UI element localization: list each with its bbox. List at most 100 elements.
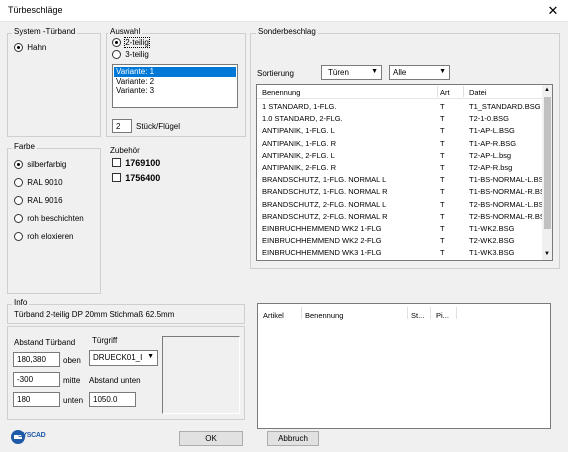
table-row-datei[interactable]: T1-WK2.BSG	[469, 224, 514, 233]
table-row-art[interactable]: T	[440, 200, 445, 209]
close-icon[interactable]: ✕	[544, 2, 562, 20]
table-row-datei[interactable]: T2-BS-NORMAL-R.BSG	[469, 212, 551, 221]
abstand-label: Abstand Türband	[14, 338, 76, 347]
table-row-benennung[interactable]: EINBRUCHHEMMEND WK2 1-FLG	[262, 224, 382, 233]
farbe-option-ral9010[interactable]: RAL 9010	[14, 178, 63, 189]
abstand-oben-input[interactable]: 180,380	[13, 352, 60, 367]
col-divider	[430, 307, 431, 319]
zubehoer-item-label: 1769100	[125, 158, 161, 168]
variant-item-selected[interactable]: Variante: 1	[114, 67, 236, 77]
table-row-datei[interactable]: T2-AP-R.bsg	[469, 163, 512, 172]
col-header-preis[interactable]: Pi...	[436, 311, 449, 320]
tuergriff-select[interactable]: DRUECK01_I ▼	[89, 350, 158, 366]
variant-item[interactable]: Variante: 3	[116, 86, 154, 95]
scroll-up-icon[interactable]: ▲	[544, 87, 550, 93]
table-row-benennung[interactable]: BRANDSCHUTZ, 2-FLG. NORMAL L	[262, 200, 386, 209]
artikel-table[interactable]: Artikel Benennung St... Pi...	[257, 303, 551, 429]
ok-button[interactable]: OK	[179, 431, 243, 446]
radio-icon	[14, 214, 23, 223]
radio-icon	[112, 38, 121, 47]
filter-select[interactable]: Alle ▼	[389, 65, 450, 80]
radio-icon	[14, 43, 23, 52]
table-row-benennung[interactable]: ANTIPANIK, 2-FLG. R	[262, 163, 336, 172]
col-header-art[interactable]: Art	[440, 88, 450, 97]
cancel-button[interactable]: Abbruch	[267, 431, 319, 446]
count-label: Stück/Flügel	[136, 122, 181, 131]
col-divider	[407, 307, 408, 319]
farbe-option-silberfarbig[interactable]: silberfarbig	[14, 160, 66, 171]
table-row-datei[interactable]: T2-AP-L.bsg	[469, 151, 511, 160]
abstand-mitte-input[interactable]: -300	[13, 372, 60, 387]
auswahl-option-3teilig[interactable]: 3-teilig	[112, 50, 149, 61]
table-row-datei[interactable]: T1-AP-R.BSG	[469, 139, 516, 148]
abstand-unten-input[interactable]: 180	[13, 392, 60, 407]
variant-list[interactable]: Variante: 1 Variante: 2 Variante: 3	[112, 64, 238, 108]
abstand-unten-label: unten	[63, 396, 84, 405]
tuergriff-label: Türgriff	[92, 336, 118, 345]
vertical-scrollbar[interactable]: ▲ ▼	[542, 85, 552, 260]
scroll-down-icon[interactable]: ▼	[544, 251, 550, 257]
table-row-art[interactable]: T	[440, 102, 445, 111]
scroll-thumb[interactable]	[544, 97, 551, 229]
farbe-option-label: roh beschichten	[27, 214, 84, 223]
table-row-benennung[interactable]: 1 STANDARD, 1-FLG.	[262, 102, 336, 111]
table-row-datei[interactable]: T2-1-0.BSG	[469, 114, 509, 123]
col-header-benennung[interactable]: Benennung	[305, 311, 343, 320]
tuergriff-abstand-input[interactable]: 1050.0	[89, 392, 136, 407]
table-row-art[interactable]: T	[440, 126, 445, 135]
count-input[interactable]: 2	[112, 119, 132, 133]
auswahl-option-2teilig[interactable]: 2-teilig	[112, 37, 150, 49]
col-divider	[456, 307, 457, 319]
table-row-datei[interactable]: T1-BS-NORMAL-R.BSG	[469, 187, 551, 196]
table-row-art[interactable]: T	[440, 114, 445, 123]
chevron-down-icon: ▼	[371, 68, 378, 75]
zubehoer-item-1769100[interactable]: 1769100	[112, 158, 161, 169]
table-row-benennung[interactable]: EINBRUCHHEMMEND WK2 2-FLG	[262, 236, 382, 245]
table-row-art[interactable]: T	[440, 236, 445, 245]
sort-select[interactable]: Türen ▼	[321, 65, 382, 80]
table-row-art[interactable]: T	[440, 212, 445, 221]
system-option-hahn[interactable]: Hahn	[14, 43, 46, 54]
zubehoer-label: Zubehör	[110, 146, 140, 155]
table-row-benennung[interactable]: BRANDSCHUTZ, 2-FLG. NORMAL R	[262, 212, 388, 221]
table-row-art[interactable]: T	[440, 163, 445, 172]
table-row-datei[interactable]: T1_STANDARD.BSG	[469, 102, 541, 111]
checkbox-icon	[112, 158, 121, 167]
table-row-datei[interactable]: T1-AP-L.BSG	[469, 126, 515, 135]
col-header-stueck[interactable]: St...	[411, 311, 424, 320]
col-header-artikel[interactable]: Artikel	[263, 311, 284, 320]
farbe-option-ral9016[interactable]: RAL 9016	[14, 196, 63, 207]
filter-select-value: Alle	[393, 68, 407, 77]
farbe-option-roh-eloxieren[interactable]: roh eloxieren	[14, 232, 73, 243]
table-row-benennung[interactable]: ANTIPANIK, 1-FLG. L	[262, 126, 335, 135]
table-row-datei[interactable]: T2-WK2.BSG	[469, 236, 514, 245]
col-divider	[463, 86, 464, 97]
table-row-benennung[interactable]: ANTIPANIK, 1-FLG. R	[262, 139, 336, 148]
col-header-benennung[interactable]: Benennung	[262, 88, 300, 97]
col-header-datei[interactable]: Datei	[469, 88, 487, 97]
sonder-table[interactable]: Benennung Art Datei 1 STANDARD, 1-FLG. T T…	[256, 84, 553, 261]
table-row-datei[interactable]: T2-BS-NORMAL-L.BSG	[469, 200, 549, 209]
table-row-art[interactable]: T	[440, 175, 445, 184]
table-row-datei[interactable]: T1-WK3.BSG	[469, 248, 514, 257]
table-row-benennung[interactable]: 1.0 STANDARD, 2-FLG.	[262, 114, 343, 123]
table-row-art[interactable]: T	[440, 187, 445, 196]
table-row-benennung[interactable]: ANTIPANIK, 2-FLG. L	[262, 151, 335, 160]
tuergriff-abstand-label: Abstand unten	[89, 376, 141, 385]
auswahl-group-label: Auswahl	[108, 27, 143, 36]
farbe-option-roh-beschichten[interactable]: roh beschichten	[14, 214, 84, 225]
title-bar: Türbeschläge ✕	[0, 0, 568, 22]
table-row-art[interactable]: T	[440, 139, 445, 148]
zubehoer-item-1756400[interactable]: 1756400	[112, 173, 160, 184]
preview-box	[162, 336, 240, 414]
table-row-benennung[interactable]: EINBRUCHHEMMEND WK3 1-FLG	[262, 248, 382, 257]
table-row-art[interactable]: T	[440, 224, 445, 233]
table-row-art[interactable]: T	[440, 151, 445, 160]
logo-text: SYSCAD	[18, 432, 46, 439]
variant-item[interactable]: Variante: 2	[116, 77, 154, 86]
table-row-benennung[interactable]: BRANDSCHUTZ, 1-FLG. NORMAL R	[262, 187, 388, 196]
table-row-benennung[interactable]: BRANDSCHUTZ, 1-FLG. NORMAL L	[262, 175, 386, 184]
table-row-datei[interactable]: T1-BS-NORMAL-L.BSG	[469, 175, 549, 184]
checkbox-icon	[112, 173, 121, 182]
table-row-art[interactable]: T	[440, 248, 445, 257]
